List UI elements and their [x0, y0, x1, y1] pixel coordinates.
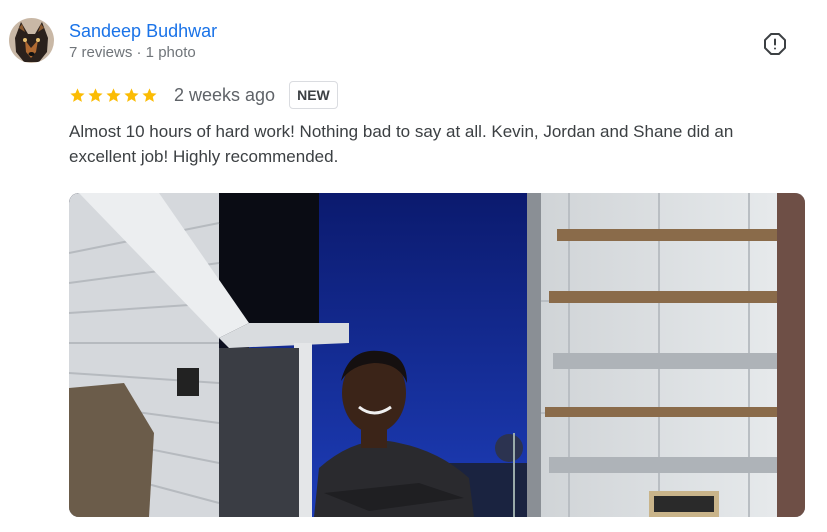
review-time: 2 weeks ago [174, 84, 276, 105]
star-icon [70, 87, 85, 102]
star-rating [69, 87, 158, 104]
star-icon [88, 87, 103, 102]
review-card: Sandeep Budhwar 7 reviews · 1 photo 2 we… [0, 0, 827, 532]
star-icon [142, 87, 157, 102]
star-icon [124, 87, 139, 102]
review-text: Almost 10 hours of hard work! Nothing ba… [69, 122, 734, 166]
author-name-link[interactable]: Sandeep Budhwar [69, 20, 217, 42]
author-meta: 7 reviews · 1 photo [69, 44, 196, 61]
star-icon [106, 87, 121, 102]
report-icon [764, 33, 786, 55]
review-photo-image [69, 193, 805, 517]
report-review-button[interactable] [762, 31, 788, 57]
new-badge: NEW [289, 81, 338, 109]
dog-avatar-icon [9, 18, 54, 63]
rating-row: 2 weeks ago NEW [69, 80, 338, 110]
review-photo[interactable] [69, 193, 805, 517]
author-avatar[interactable] [9, 18, 54, 63]
